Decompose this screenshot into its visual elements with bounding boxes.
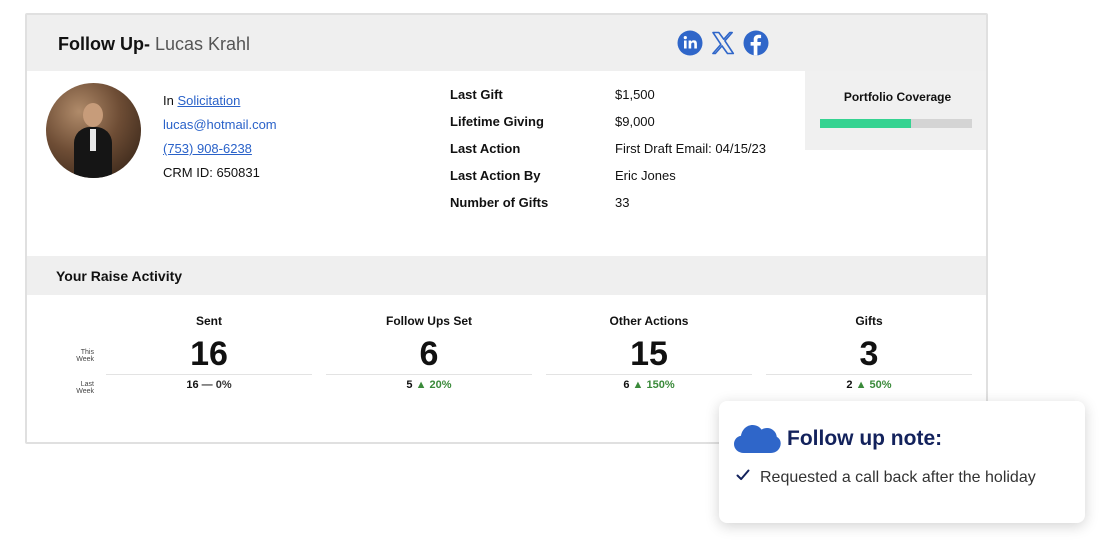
stat-last-week: 2 ▲ 50% [766, 379, 972, 391]
stat-last-week-value: 2 [846, 379, 853, 391]
stat-label: Follow Ups Set [385, 314, 472, 328]
contact-name: Lucas Krahl [155, 34, 251, 54]
fact-value: First Draft Email: 04/15/23 [615, 141, 766, 156]
stat-follow-ups-set: Follow Ups Set 6 5 ▲ 20% [326, 314, 532, 404]
portfolio-coverage-bar [820, 119, 972, 128]
stat-label: Sent [195, 314, 222, 328]
cloud-icon [734, 425, 781, 453]
last-week-label-line: Week [76, 388, 94, 395]
portfolio-coverage-label: Portfolio Coverage [843, 90, 952, 104]
stat-last-week-value: 6 [623, 379, 630, 391]
last-week-label: Last Week [64, 381, 94, 395]
fact-label: Last Gift [450, 87, 503, 102]
stage-row: In Solicitation [163, 90, 277, 114]
stage-link[interactable]: Solicitation [177, 93, 240, 108]
email-row: lucas@hotmail.com [163, 114, 277, 138]
this-week-label: This Week [64, 349, 94, 363]
this-week-label-line: This [80, 349, 94, 356]
fact-value: Eric Jones [615, 168, 676, 183]
avatar [46, 83, 141, 178]
activity-header: Your Raise Activity [27, 256, 986, 295]
stat-other-actions: Other Actions 15 6 ▲ 150% [546, 314, 752, 404]
follow-up-note-popup: Follow up note: Requested a call back af… [719, 401, 1085, 523]
stat-label: Gifts [855, 314, 883, 328]
fact-label: Last Action [450, 141, 521, 156]
phone-row: (753) 908-6238 [163, 138, 277, 162]
note-title: Follow up note: [787, 427, 943, 450]
stat-this-week-value: 3 [859, 335, 879, 373]
note-item: Requested a call back after the holiday [760, 469, 1036, 486]
stat-last-week-value: 5 [406, 379, 413, 391]
email-link[interactable]: lucas@hotmail.com [163, 117, 277, 132]
stat-this-week-value: 6 [419, 335, 439, 373]
stage-prefix: In [163, 93, 174, 108]
this-week-label-line: Week [76, 356, 94, 363]
stat-change: 50% [869, 379, 892, 391]
social-links [677, 30, 769, 56]
last-week-label-line: Last [80, 381, 94, 388]
fact-label: Last Action By [450, 168, 541, 183]
stat-change: 0% [215, 379, 232, 391]
stat-gifts: Gifts 3 2 ▲ 50% [766, 314, 972, 404]
facebook-icon[interactable] [743, 30, 769, 56]
page-title: Follow Up- Lucas Krahl [58, 34, 250, 55]
stat-change: 20% [429, 379, 452, 391]
activity-stats: Sent 16 16 — 0% Follow Ups Set 6 5 ▲ 20%… [106, 314, 986, 404]
stat-last-week: 6 ▲ 150% [546, 379, 752, 391]
card-header: Follow Up- Lucas Krahl [27, 15, 986, 71]
stat-trend-symbol: ▲ [855, 379, 867, 391]
stat-change: 150% [646, 379, 675, 391]
portfolio-coverage-fill [820, 119, 912, 128]
stat-this-week-value: 15 [630, 335, 668, 373]
stat-label: Other Actions [609, 314, 689, 328]
fact-value: $1,500 [615, 87, 655, 102]
stat-last-week-value: 16 [186, 379, 199, 391]
stat-trend-symbol: — [201, 379, 213, 391]
fact-value: 33 [615, 195, 630, 210]
fact-label: Number of Gifts [450, 195, 549, 210]
follow-up-card: Follow Up- Lucas Krahl In Solicitation l… [25, 13, 988, 444]
crm-id: CRM ID: 650831 [163, 165, 260, 180]
activity-title: Your Raise Activity [56, 268, 183, 284]
linkedin-icon[interactable] [677, 30, 703, 56]
stat-sent: Sent 16 16 — 0% [106, 314, 312, 404]
stat-trend-symbol: ▲ [632, 379, 644, 391]
stat-last-week: 16 — 0% [106, 379, 312, 391]
fact-label: Lifetime Giving [450, 114, 544, 129]
phone-link[interactable]: (753) 908-6238 [163, 141, 252, 156]
stat-last-week: 5 ▲ 20% [326, 379, 532, 391]
stat-this-week-value: 16 [190, 335, 228, 373]
contact-details: In Solicitation lucas@hotmail.com (753) … [163, 90, 277, 186]
stat-trend-symbol: ▲ [415, 379, 427, 391]
portfolio-coverage-panel: Portfolio Coverage [805, 71, 986, 150]
x-twitter-icon[interactable] [710, 30, 736, 56]
check-icon [736, 469, 750, 481]
title-lead: Follow Up- [58, 34, 150, 54]
fact-value: $9,000 [615, 114, 655, 129]
